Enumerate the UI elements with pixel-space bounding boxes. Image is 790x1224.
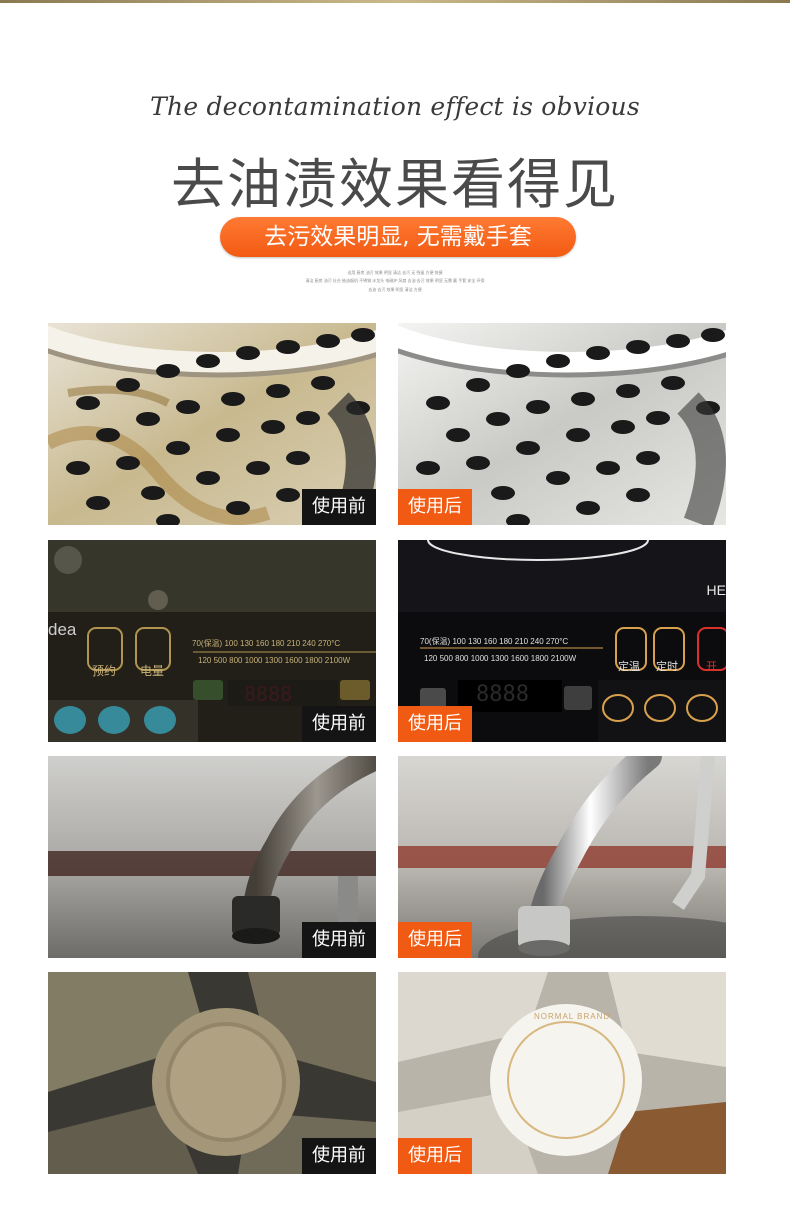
top-divider-line: [0, 0, 790, 3]
fine-print-line-1: 适用 厨房 油污 效果 明显 清洁 去污 无 残留 方便 快捷: [347, 270, 443, 275]
cooker-timer-label: 定时: [656, 661, 678, 673]
after-tag: 使用后: [398, 1138, 472, 1174]
fan-before-photo: 使用前: [48, 972, 376, 1174]
fan-after-photo: NORMAL BRAND 使用后: [398, 972, 726, 1174]
cooker-temp-label: 定温: [618, 661, 640, 673]
cooker-display-before: 8888: [244, 682, 293, 706]
before-tag: 使用前: [302, 489, 376, 525]
cooker-display-after: 8888: [476, 682, 529, 707]
cooker-before-photo: dea 70(保温) 100 130 160 180 210 240 270°C…: [48, 540, 376, 742]
subtitle-pill: 去污效果明显, 无需戴手套: [220, 217, 576, 257]
cooker-power-row-2-before: 120 500 800 1000 1300 1600 1800 2100W: [198, 656, 351, 665]
before-tag: 使用前: [302, 706, 376, 742]
fine-print-line-2: 清洁 厨房 油污 灶台 抽油烟机 不锈钢 水龙头 电磁炉 风扇 去油 去污 效果…: [305, 278, 485, 283]
cooker-on-label: 开: [706, 661, 717, 673]
fan-hub-text: NORMAL BRAND: [534, 1012, 611, 1021]
before-tag: 使用前: [302, 922, 376, 958]
before-tag: 使用前: [302, 1138, 376, 1174]
cooker-brand-before: dea: [48, 620, 77, 639]
after-tag: 使用后: [398, 706, 472, 742]
cooker-power-row-2-after: 120 500 800 1000 1300 1600 1800 2100W: [424, 654, 577, 663]
cooker-after-photo: HE 70(保温) 100 130 160 180 210 240 270°C …: [398, 540, 726, 742]
cooker-power-row-1-after: 70(保温) 100 130 160 180 210 240 270°C: [420, 637, 569, 646]
after-tag: 使用后: [398, 922, 472, 958]
subtitle-text: 去污效果明显, 无需戴手套: [264, 224, 532, 250]
steamer-after-photo: 使用后: [398, 323, 726, 525]
faucet-after-photo: 使用后: [398, 756, 726, 958]
faucet-before-photo: 使用前: [48, 756, 376, 958]
cooker-power-row-1-before: 70(保温) 100 130 160 180 210 240 270°C: [192, 639, 341, 648]
cooker-power-label: 电量: [140, 664, 165, 678]
english-title: The decontamination effect is obvious: [150, 92, 640, 121]
after-tag: 使用后: [398, 489, 472, 525]
cooker-reserve-label: 预约: [92, 664, 117, 678]
chinese-title: 去油渍效果看得见: [171, 153, 619, 216]
cooker-brand-after: HE: [706, 582, 726, 598]
fine-print-line-3: 去油 去污 效果 明显 清洁 方便: [368, 287, 422, 292]
steamer-before-photo: 使用前: [48, 323, 376, 525]
